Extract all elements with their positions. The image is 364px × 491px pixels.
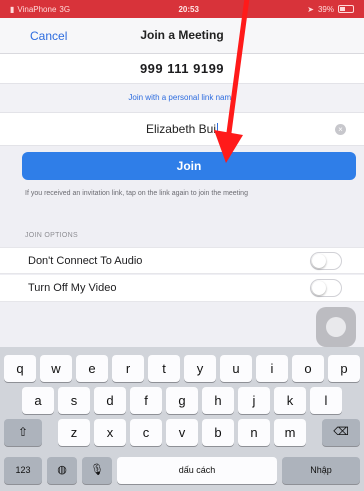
enter-key[interactable]: Nhập	[282, 457, 360, 484]
nav-bar: Cancel Join a Meeting	[0, 18, 364, 54]
page-title: Join a Meeting	[140, 28, 224, 42]
shift-icon: ⇧	[17, 425, 29, 439]
option-label: Turn Off My Video	[28, 282, 117, 294]
join-options-header: JOIN OPTIONS	[25, 232, 78, 239]
mic-key[interactable]: 🎙	[82, 457, 112, 484]
key-k[interactable]: k	[274, 387, 306, 414]
empty-area	[0, 303, 364, 347]
key-i[interactable]: i	[256, 355, 288, 382]
clear-icon[interactable]: ×	[335, 124, 346, 135]
battery-percent: 39%	[317, 4, 334, 14]
signal-icon: ▮	[10, 4, 15, 14]
key-d[interactable]: d	[94, 387, 126, 414]
network-type: 3G	[59, 4, 71, 14]
audio-toggle[interactable]	[310, 252, 342, 270]
key-p[interactable]: p	[328, 355, 360, 382]
backspace-icon: ⌫	[333, 426, 349, 438]
meeting-id-field[interactable]: 999 111 9199	[0, 54, 364, 84]
globe-icon: ◍	[57, 464, 67, 476]
battery-icon	[337, 5, 354, 13]
key-n[interactable]: n	[238, 419, 270, 446]
invitation-hint: If you received an invitation link, tap …	[25, 190, 248, 197]
key-u[interactable]: u	[220, 355, 252, 382]
numbers-key[interactable]: 123	[4, 457, 42, 484]
option-turn-off-video: Turn Off My Video	[0, 275, 364, 302]
key-q[interactable]: q	[4, 355, 36, 382]
video-toggle[interactable]	[310, 279, 342, 297]
microphone-icon: 🎙	[90, 464, 104, 476]
status-bar: ▮ VinaPhone 3G 20:53 ➤ 39%	[0, 0, 364, 18]
name-field-value: Elizabeth Bui	[145, 122, 219, 137]
delete-key[interactable]: ⌫	[322, 419, 360, 446]
personal-link-button[interactable]: Join with a personal link name	[0, 84, 364, 112]
assistive-touch-button[interactable]	[316, 307, 356, 347]
key-x[interactable]: x	[94, 419, 126, 446]
status-time: 20:53	[178, 4, 199, 14]
join-button[interactable]: Join	[22, 152, 356, 180]
location-icon: ➤	[307, 4, 314, 14]
key-c[interactable]: c	[130, 419, 162, 446]
key-f[interactable]: f	[130, 387, 162, 414]
key-r[interactable]: r	[112, 355, 144, 382]
key-o[interactable]: o	[292, 355, 324, 382]
carrier-info: ▮ VinaPhone 3G	[10, 5, 70, 14]
key-l[interactable]: l	[310, 387, 342, 414]
globe-key[interactable]: ◍	[47, 457, 77, 484]
option-label: Don't Connect To Audio	[28, 255, 143, 267]
key-s[interactable]: s	[58, 387, 90, 414]
keyboard: qwertyuiop asdfghjkl ⇧ ⌫ zxcvbnm 123 ◍ 🎙…	[0, 347, 364, 491]
battery-info: ➤ 39%	[307, 5, 354, 14]
key-a[interactable]: a	[22, 387, 54, 414]
key-b[interactable]: b	[202, 419, 234, 446]
shift-key[interactable]: ⇧	[4, 419, 42, 446]
key-y[interactable]: y	[184, 355, 216, 382]
key-e[interactable]: e	[76, 355, 108, 382]
text-caret	[217, 123, 219, 137]
space-key[interactable]: dấu cách	[117, 457, 277, 484]
key-w[interactable]: w	[40, 355, 72, 382]
option-dont-connect-audio: Don't Connect To Audio	[0, 247, 364, 274]
name-field[interactable]: Elizabeth Bui ×	[0, 112, 364, 146]
key-h[interactable]: h	[202, 387, 234, 414]
key-v[interactable]: v	[166, 419, 198, 446]
key-z[interactable]: z	[58, 419, 90, 446]
key-m[interactable]: m	[274, 419, 306, 446]
key-g[interactable]: g	[166, 387, 198, 414]
key-j[interactable]: j	[238, 387, 270, 414]
carrier-name: VinaPhone	[17, 4, 57, 14]
key-t[interactable]: t	[148, 355, 180, 382]
